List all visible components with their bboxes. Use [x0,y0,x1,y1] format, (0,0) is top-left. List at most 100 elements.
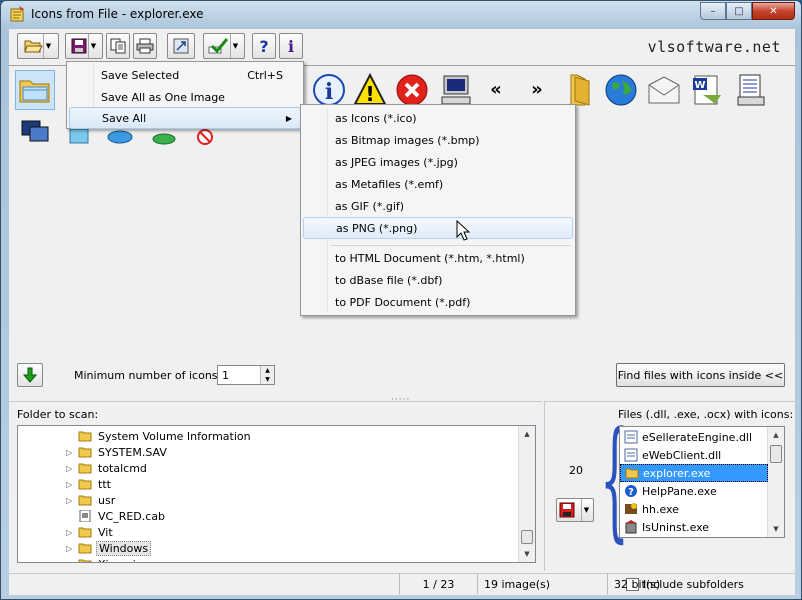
save-button[interactable]: ▼ [65,33,103,59]
chevron-down-icon[interactable]: ▼ [88,34,98,58]
menu-item-save-selected[interactable]: Save Selected Ctrl+S [69,64,301,86]
submenu-item[interactable]: to dBase file (*.dbf) [303,269,573,291]
folder-icon [78,559,92,562]
expander-icon[interactable]: ▷ [66,528,76,537]
tree-item[interactable]: ▷ Vit [66,524,115,540]
icon-cell[interactable] [644,70,684,110]
menu-item-label: Save Selected [101,68,180,82]
find-files-button[interactable]: Find files with icons inside << [616,363,785,387]
explorer-folder-icon [19,80,50,103]
expander-icon[interactable]: ▷ [66,448,76,457]
status-depth: 32 bit(s) [607,574,795,594]
file-list-item-label: HelpPane.exe [642,484,717,498]
scroll-up-icon[interactable]: ▲ [519,426,535,442]
scroll-down-icon[interactable]: ▼ [519,546,535,562]
tree-item[interactable]: ▷ ttt [66,476,113,492]
tree-item[interactable]: ▷ Windows [66,540,152,556]
folder-icon [78,463,92,474]
file-list-item-label: eSellerateEngine.dll [642,430,753,444]
stepper-arrows[interactable]: ▲ ▼ [260,366,274,384]
menu-item-save-all[interactable]: Save All ▶ [69,107,301,129]
folder-tree[interactable]: ▲ ▼ System Volume Information ▷ SYSTEM.SAV… [17,425,536,563]
icon-cell[interactable]: W [688,70,728,110]
file-list-item[interactable]: ? HelpPane.exe [620,482,768,500]
expander-icon[interactable]: ▷ [66,480,76,489]
tree-item-label: usr [98,493,116,507]
help-button[interactable]: ? [252,33,276,59]
tree-item-label: Vit [98,525,113,539]
menu-item-save-all-one-image[interactable]: Save All as One Image [69,86,301,108]
tree-item[interactable]: ▷ totalcmd [66,460,149,476]
expander-icon[interactable]: ▷ [66,464,76,473]
scroll-thumb[interactable] [521,530,533,544]
save-icon [71,38,87,54]
print-button[interactable] [133,33,157,59]
tree-item[interactable]: VC_RED.cab [66,508,167,524]
folder-panel: Folder to scan: ▲ ▼ System Volume Inform… [9,401,542,571]
submenu-item[interactable]: as PNG (*.png) [303,217,573,239]
chevron-down-icon[interactable]: ▼ [581,499,591,521]
tree-item[interactable]: ▷ Xiaomi [66,556,138,563]
submenu-item-label: as Icons (*.ico) [335,111,417,125]
folder-icon [570,74,590,106]
file-list-item[interactable]: eSellerateEngine.dll [620,428,768,446]
maximize-button[interactable]: □ [726,2,752,20]
file-list-item-label: hh.exe [642,502,679,516]
info-icon: i [288,37,294,55]
chevron-down-icon[interactable]: ▼ [43,34,53,58]
tree-item[interactable]: System Volume Information [66,428,253,444]
move-down-button[interactable] [17,363,43,387]
stepper-down-icon[interactable]: ▼ [261,375,274,384]
close-button[interactable]: ✕ [752,2,795,20]
expander-icon[interactable]: ▷ [66,544,76,553]
info-button[interactable]: i [279,33,303,59]
submenu-item[interactable]: as GIF (*.gif) [303,195,573,217]
copy-button[interactable] [106,33,130,59]
file-list-item[interactable]: explorer.exe [620,464,768,482]
file-list-item-label: IsUninst.exe [642,520,710,534]
submenu-item[interactable]: to HTML Document (*.htm, *.html) [303,247,573,269]
file-list-item[interactable]: hh.exe [620,500,768,518]
stepper-up-icon[interactable]: ▲ [261,366,274,375]
save-file-icons-button[interactable]: ▼ [556,498,594,522]
submenu-item[interactable]: as Metafiles (*.emf) [303,173,573,195]
tree-item[interactable]: ▷ SYSTEM.SAV [66,444,169,460]
file-list-item[interactable]: IsUninst.exe [620,518,768,536]
min-icons-value[interactable]: 1 [222,369,229,382]
file-list-item[interactable]: eWebClient.dll [620,446,768,464]
file-list-item-label: explorer.exe [643,466,711,480]
folder-label: Folder to scan: [17,408,99,421]
resize-button[interactable] [167,33,195,59]
title-bar[interactable]: Icons from File - explorer.exe – □ ✕ [1,1,801,27]
icon-cell[interactable] [15,112,55,152]
menu-separator [331,245,571,246]
submenu-item[interactable]: to PDF Document (*.pdf) [303,291,573,313]
select-button[interactable]: ▼ [203,33,245,59]
svg-text:!: ! [365,82,374,106]
chevron-down-icon[interactable]: ▼ [230,34,240,58]
icon-cell[interactable] [731,70,771,110]
icon-cell[interactable] [15,70,55,110]
open-button[interactable]: ▼ [17,33,59,59]
min-icons-stepper[interactable]: 1 ▲ ▼ [217,365,275,385]
scroll-up-icon[interactable]: ▲ [768,427,784,443]
print-icon [136,38,154,54]
filter-bar: Minimum number of icons: 1 ▲ ▼ Find file… [9,353,795,393]
tree-item[interactable]: ▷ usr [66,492,117,508]
files-scrollbar[interactable]: ▲ ▼ [767,427,784,537]
submenu-item-label: to dBase file (*.dbf) [335,273,443,287]
icon-cell[interactable] [601,70,641,110]
svg-text:i: i [325,79,333,105]
files-list[interactable]: ▲ ▼ eSellerateEngine.dll eWebClient.dll ex… [619,426,785,538]
expander-icon[interactable]: ▷ [66,560,76,563]
resize-icon [173,38,189,54]
scroll-thumb[interactable] [770,445,782,463]
submenu-item[interactable]: as Bitmap images (*.bmp) [303,129,573,151]
submenu-item[interactable]: as JPEG images (*.jpg) [303,151,573,173]
expander-icon[interactable]: ▷ [66,496,76,505]
scroll-down-icon[interactable]: ▼ [768,521,784,537]
app-window: Icons from File - explorer.exe – □ ✕ ▼ ▼ [0,0,802,600]
minimize-button[interactable]: – [700,2,726,20]
tree-scrollbar[interactable]: ▲ ▼ [518,426,535,562]
submenu-item[interactable]: as Icons (*.ico) [303,107,573,129]
